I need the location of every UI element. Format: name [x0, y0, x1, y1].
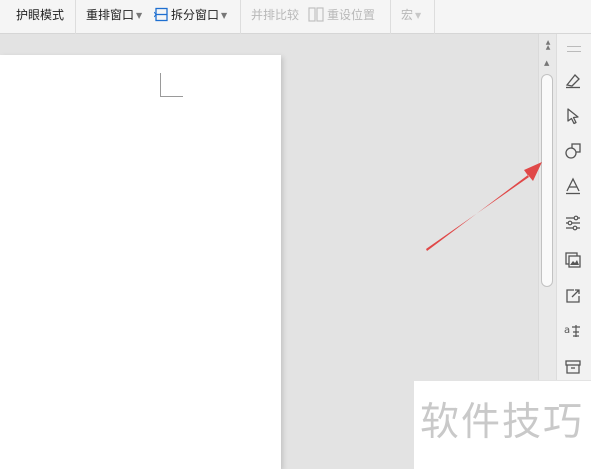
macro-label: 宏: [401, 8, 414, 22]
side-by-side-label: 并排比较: [251, 8, 300, 22]
panel-grip-icon[interactable]: [567, 46, 581, 52]
eraser-icon[interactable]: [563, 71, 583, 91]
share-icon[interactable]: [563, 286, 583, 306]
reset-position-label: 重设位置: [327, 8, 376, 22]
arrange-windows-dropdown[interactable]: 重排窗口 ▼: [86, 5, 142, 25]
watermark-text: 软件技巧: [420, 400, 585, 445]
scroll-up-arrow-icon[interactable]: ▲: [544, 59, 549, 67]
chevron-down-icon: ▼: [415, 11, 422, 20]
toolbar-divider: [390, 0, 391, 34]
text-effect-icon[interactable]: [563, 176, 583, 196]
eye-care-mode-label: 护眼模式: [16, 8, 65, 22]
reset-position-icon: [308, 7, 324, 28]
document-page[interactable]: [0, 55, 281, 469]
filter-settings-icon[interactable]: [563, 213, 583, 233]
archive-icon[interactable]: [563, 357, 583, 377]
page-margin-marker: [160, 73, 183, 97]
image-gallery-icon[interactable]: [563, 250, 583, 270]
side-by-side-button[interactable]: 并排比较: [251, 5, 299, 25]
eye-care-mode-button[interactable]: 护眼模式: [16, 5, 64, 25]
reset-position-button[interactable]: 重设位置: [308, 5, 375, 25]
toolbar-divider: [434, 0, 435, 34]
split-window-icon: [153, 7, 169, 28]
chevron-down-icon: ▼: [136, 11, 143, 20]
toolbar: 护眼模式 重排窗口 ▼ 拆分窗口 ▼ 并排比较 重设位置 宏 ▼: [0, 0, 591, 34]
macro-dropdown[interactable]: 宏 ▼: [401, 5, 421, 25]
toolbar-divider: [75, 0, 76, 34]
split-window-dropdown[interactable]: 拆分窗口 ▼: [153, 5, 228, 28]
shapes-icon[interactable]: [563, 141, 583, 161]
toolbar-divider: [240, 0, 241, 34]
chevron-down-icon: ▼: [221, 11, 228, 20]
svg-text:a: a: [564, 325, 570, 336]
page-up-icon[interactable]: ▲ ▲: [543, 40, 553, 51]
translate-icon[interactable]: a: [563, 321, 583, 341]
arrange-windows-label: 重排窗口: [86, 8, 135, 22]
pointer-icon[interactable]: [563, 106, 583, 126]
scrollbar-thumb[interactable]: [541, 74, 553, 287]
split-window-label: 拆分窗口: [171, 8, 220, 22]
